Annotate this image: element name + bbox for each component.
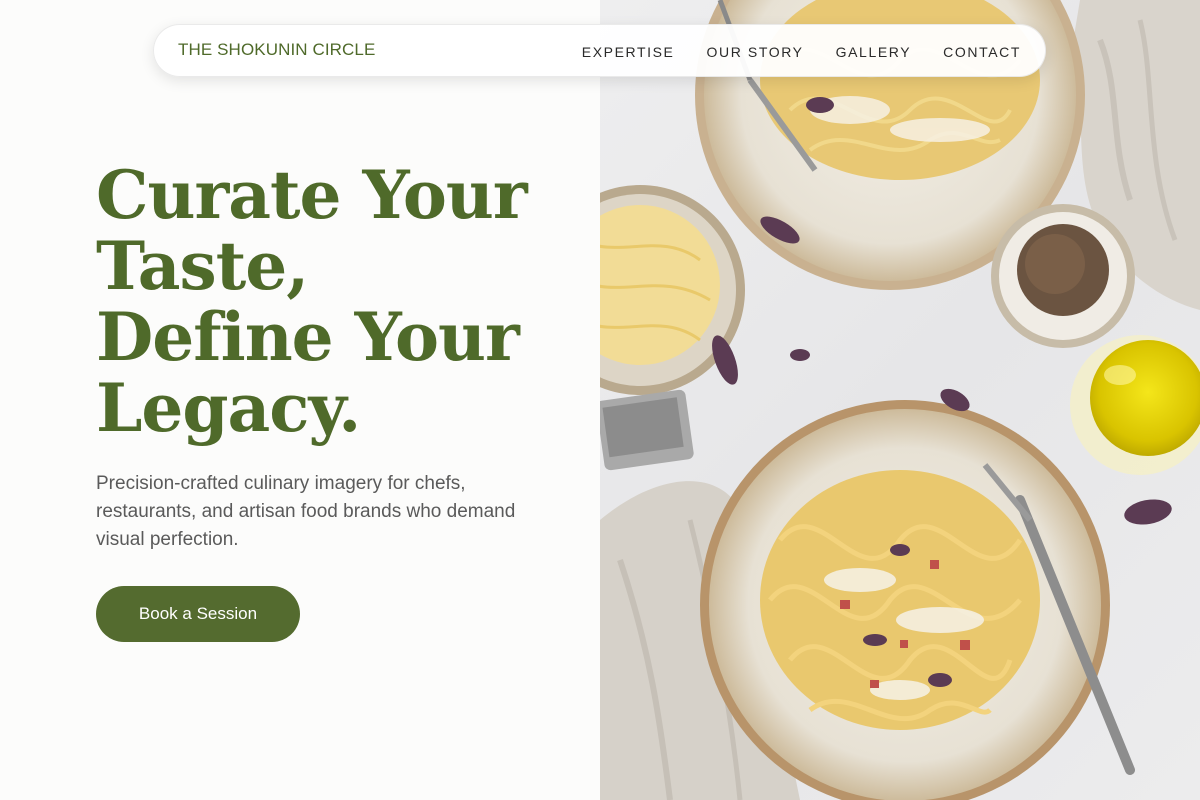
hero-title-line-1: Curate Your — [96, 156, 528, 234]
hero-title: Curate Your Taste, Define Your Legacy. — [96, 160, 576, 444]
main-nav: EXPERTISE OUR STORY GALLERY CONTACT — [550, 25, 1021, 78]
hero-title-line-3: Define Your — [96, 298, 520, 376]
hero-food-photo — [600, 0, 1200, 800]
nav-link-gallery[interactable]: GALLERY — [836, 44, 912, 60]
hero-subtitle: Precision-crafted culinary imagery for c… — [96, 473, 516, 550]
food-photo-illustration — [600, 0, 1200, 800]
nav-link-expertise[interactable]: EXPERTISE — [582, 44, 675, 60]
hero-title-line-2: Taste, — [96, 227, 309, 305]
nav-link-contact[interactable]: CONTACT — [943, 44, 1021, 60]
book-session-button[interactable]: Book a Session — [96, 586, 300, 642]
nav-link-our-story[interactable]: OUR STORY — [707, 44, 804, 60]
brand-logo-text[interactable]: THE SHOKUNIN CIRCLE — [178, 40, 375, 60]
site-header: THE SHOKUNIN CIRCLE EXPERTISE OUR STORY … — [153, 24, 1046, 77]
hero-title-line-4: Legacy. — [96, 369, 361, 447]
